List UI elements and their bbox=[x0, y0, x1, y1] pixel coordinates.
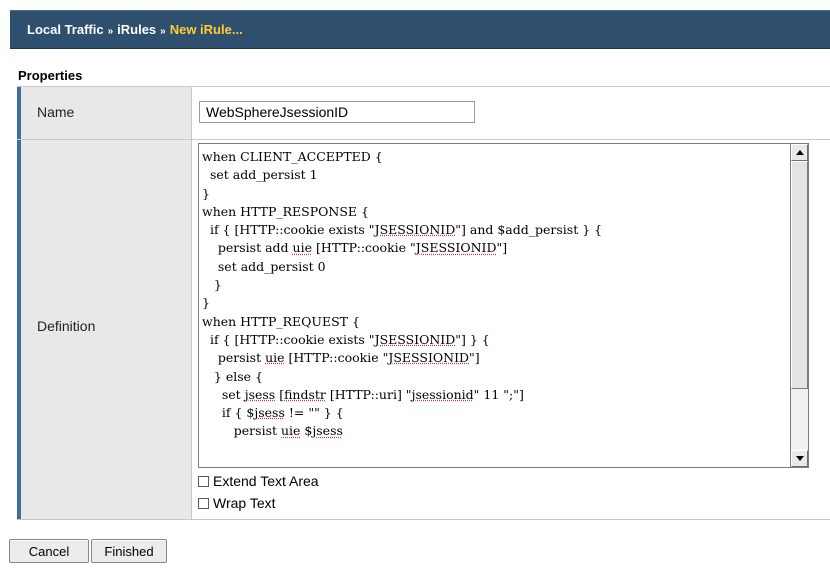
top-strip bbox=[0, 0, 830, 10]
name-label-cell: Name bbox=[17, 87, 192, 139]
page-header-bar: Local Traffic» iRules» New iRule... bbox=[10, 10, 830, 49]
definition-label-cell: Definition bbox=[17, 140, 192, 519]
section-title: Properties bbox=[18, 68, 83, 83]
extend-text-area-label[interactable]: Extend Text Area bbox=[213, 473, 319, 489]
scroll-down-button[interactable] bbox=[791, 450, 808, 467]
breadcrumb-separator-icon: » bbox=[107, 26, 114, 37]
definition-code: when CLIENT_ACCEPTED { set add_persist 1… bbox=[202, 149, 603, 439]
scroll-up-button[interactable] bbox=[791, 144, 808, 161]
breadcrumb-new-irule: New iRule... bbox=[169, 22, 243, 37]
wrap-text-option[interactable]: Wrap Text bbox=[198, 495, 276, 511]
definition-scrollbar[interactable] bbox=[790, 143, 809, 468]
finished-button[interactable]: Finished bbox=[91, 539, 167, 563]
scroll-thumb[interactable] bbox=[791, 161, 808, 389]
name-input[interactable] bbox=[199, 101, 475, 123]
wrap-text-label[interactable]: Wrap Text bbox=[213, 495, 276, 511]
breadcrumb: Local Traffic» iRules» New iRule... bbox=[27, 22, 243, 37]
extend-text-area-option[interactable]: Extend Text Area bbox=[198, 473, 319, 489]
cancel-button[interactable]: Cancel bbox=[9, 539, 89, 563]
breadcrumb-separator-icon: » bbox=[160, 26, 166, 37]
wrap-text-checkbox[interactable] bbox=[198, 497, 209, 509]
name-label: Name bbox=[37, 104, 75, 120]
definition-label: Definition bbox=[37, 318, 96, 334]
arrow-down-icon bbox=[796, 456, 804, 461]
breadcrumb-local-traffic[interactable]: Local Traffic bbox=[27, 22, 104, 37]
extend-text-area-checkbox[interactable] bbox=[198, 475, 209, 487]
definition-textarea[interactable]: when CLIENT_ACCEPTED { set add_persist 1… bbox=[198, 143, 809, 468]
arrow-up-icon bbox=[796, 150, 804, 155]
breadcrumb-irules[interactable]: iRules bbox=[117, 22, 156, 37]
